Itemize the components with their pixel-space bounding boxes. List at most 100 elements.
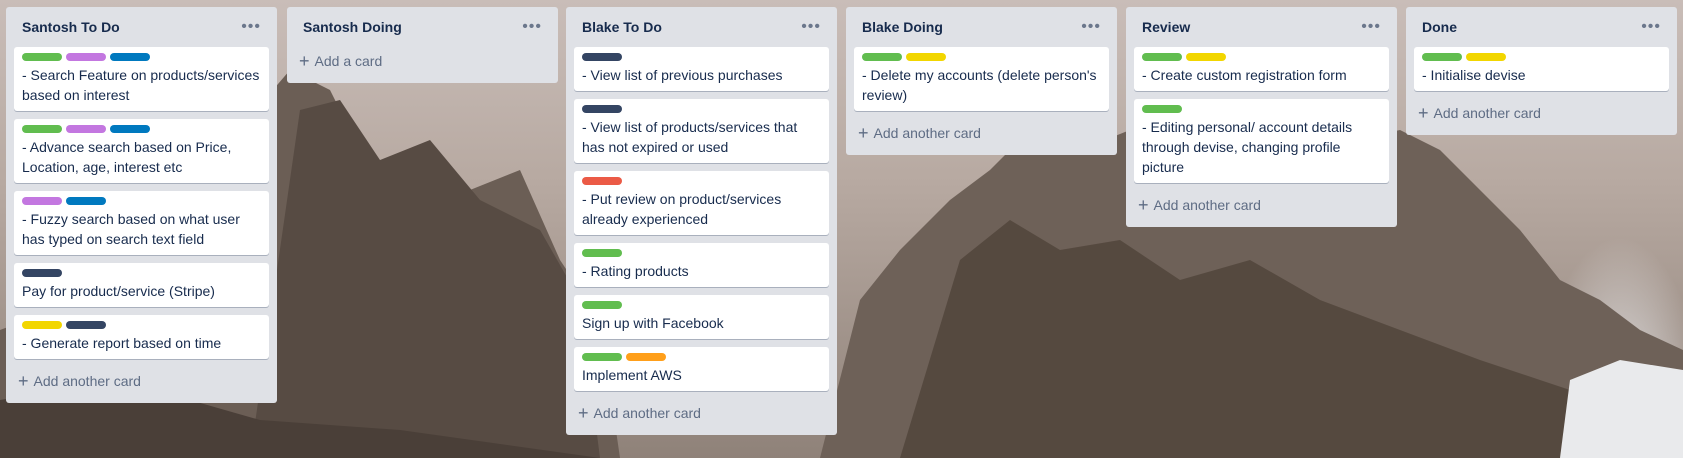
card[interactable]: Pay for product/service (Stripe) xyxy=(14,263,269,307)
card-title: - Put review on product/services already… xyxy=(582,191,782,227)
plus-icon: + xyxy=(578,403,589,423)
card-labels xyxy=(1142,53,1381,61)
card-labels xyxy=(22,269,261,277)
list-title[interactable]: Done xyxy=(1422,19,1457,35)
label-yellow[interactable] xyxy=(1186,53,1226,61)
label-green[interactable] xyxy=(582,353,622,361)
card-title: - Rating products xyxy=(582,263,689,279)
label-purple[interactable] xyxy=(66,125,106,133)
list-review: Review ••• - Create custom registration … xyxy=(1126,7,1397,227)
list-cards: - Create custom registration form - Editi… xyxy=(1134,47,1389,183)
list-cards: - Initialise devise xyxy=(1414,47,1669,91)
card[interactable]: - Fuzzy search based on what user has ty… xyxy=(14,191,269,255)
label-blue[interactable] xyxy=(66,197,106,205)
label-yellow[interactable] xyxy=(1466,53,1506,61)
add-card-label: Add another card xyxy=(1153,197,1261,213)
card[interactable]: - Put review on product/services already… xyxy=(574,171,829,235)
label-green[interactable] xyxy=(582,301,622,309)
list-menu-icon[interactable]: ••• xyxy=(235,19,267,35)
label-green[interactable] xyxy=(22,53,62,61)
card[interactable]: Implement AWS xyxy=(574,347,829,391)
label-green[interactable] xyxy=(582,249,622,257)
card-title: - Initialise devise xyxy=(1422,67,1526,83)
label-green[interactable] xyxy=(1142,105,1182,113)
plus-icon: + xyxy=(299,51,310,71)
label-orange[interactable] xyxy=(626,353,666,361)
card[interactable]: - Search Feature on products/services ba… xyxy=(14,47,269,111)
card-title: Implement AWS xyxy=(582,367,682,383)
add-card-button[interactable]: + Add another card xyxy=(1134,191,1389,219)
list-blake-doing: Blake Doing ••• - Delete my accounts (de… xyxy=(846,7,1117,155)
card-title: - Search Feature on products/services ba… xyxy=(22,67,260,103)
list-santosh-to-do: Santosh To Do ••• - Search Feature on pr… xyxy=(6,7,277,403)
card-labels xyxy=(582,249,821,257)
label-red[interactable] xyxy=(582,177,622,185)
card[interactable]: - Create custom registration form xyxy=(1134,47,1389,91)
card-labels xyxy=(22,125,261,133)
card-title: - Fuzzy search based on what user has ty… xyxy=(22,211,240,247)
card[interactable]: - View list of previous purchases xyxy=(574,47,829,91)
card-labels xyxy=(22,197,261,205)
label-purple[interactable] xyxy=(66,53,106,61)
label-dark[interactable] xyxy=(22,269,62,277)
list-title[interactable]: Santosh Doing xyxy=(303,19,402,35)
add-card-button[interactable]: + Add another card xyxy=(574,399,829,427)
plus-icon: + xyxy=(1418,103,1429,123)
card[interactable]: - Initialise devise xyxy=(1414,47,1669,91)
list-title[interactable]: Review xyxy=(1142,19,1190,35)
add-card-button[interactable]: + Add another card xyxy=(854,119,1109,147)
list-menu-icon[interactable]: ••• xyxy=(1635,19,1667,35)
list-title[interactable]: Blake To Do xyxy=(582,19,662,35)
label-green[interactable] xyxy=(862,53,902,61)
card[interactable]: - View list of products/services that ha… xyxy=(574,99,829,163)
label-blue[interactable] xyxy=(110,125,150,133)
card-labels xyxy=(582,353,821,361)
card-labels xyxy=(582,177,821,185)
card-title: - View list of products/services that ha… xyxy=(582,119,798,155)
list-menu-icon[interactable]: ••• xyxy=(516,19,548,35)
plus-icon: + xyxy=(18,371,29,391)
card[interactable]: Sign up with Facebook xyxy=(574,295,829,339)
label-blue[interactable] xyxy=(110,53,150,61)
add-card-label: Add another card xyxy=(33,373,141,389)
list-cards: - Delete my accounts (delete person's re… xyxy=(854,47,1109,111)
label-green[interactable] xyxy=(22,125,62,133)
label-yellow[interactable] xyxy=(22,321,62,329)
add-card-button[interactable]: + Add another card xyxy=(1414,99,1669,127)
board: Santosh To Do ••• - Search Feature on pr… xyxy=(0,0,1683,458)
label-dark[interactable] xyxy=(66,321,106,329)
label-purple[interactable] xyxy=(22,197,62,205)
list-header: Santosh Doing ••• xyxy=(295,7,550,47)
card-title: - View list of previous purchases xyxy=(582,67,783,83)
list-header: Blake Doing ••• xyxy=(854,7,1109,47)
label-green[interactable] xyxy=(1142,53,1182,61)
list-header: Review ••• xyxy=(1134,7,1389,47)
card-title: - Delete my accounts (delete person's re… xyxy=(862,67,1097,103)
list-title[interactable]: Blake Doing xyxy=(862,19,943,35)
list-header: Done ••• xyxy=(1414,7,1669,47)
card-labels xyxy=(1422,53,1661,61)
card-labels xyxy=(1142,105,1381,113)
list-menu-icon[interactable]: ••• xyxy=(1355,19,1387,35)
add-card-label: Add a card xyxy=(314,53,383,69)
card-title: - Editing personal/ account details thro… xyxy=(1142,119,1353,175)
list-menu-icon[interactable]: ••• xyxy=(795,19,827,35)
label-dark[interactable] xyxy=(582,105,622,113)
add-card-label: Add another card xyxy=(873,125,981,141)
card[interactable]: - Delete my accounts (delete person's re… xyxy=(854,47,1109,111)
card[interactable]: - Rating products xyxy=(574,243,829,287)
label-green[interactable] xyxy=(1422,53,1462,61)
card[interactable]: - Editing personal/ account details thro… xyxy=(1134,99,1389,183)
card-labels xyxy=(582,301,821,309)
card[interactable]: - Generate report based on time xyxy=(14,315,269,359)
add-card-button[interactable]: + Add a card xyxy=(295,47,550,75)
card[interactable]: - Advance search based on Price, Locatio… xyxy=(14,119,269,183)
card-labels xyxy=(582,105,821,113)
add-card-button[interactable]: + Add another card xyxy=(14,367,269,395)
list-header: Blake To Do ••• xyxy=(574,7,829,47)
list-menu-icon[interactable]: ••• xyxy=(1075,19,1107,35)
list-title[interactable]: Santosh To Do xyxy=(22,19,120,35)
label-dark[interactable] xyxy=(582,53,622,61)
card-labels xyxy=(22,321,261,329)
label-yellow[interactable] xyxy=(906,53,946,61)
